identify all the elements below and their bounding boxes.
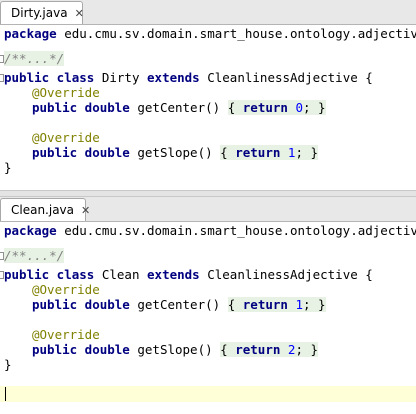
editor-pane-clean: Clean.java ✕ package edu.cmu.sv.domain.s… <box>0 197 416 414</box>
editor-pane-dirty: Dirty.java ✕ package edu.cmu.sv.domain.s… <box>0 0 416 190</box>
annotation-line: @Override <box>32 85 100 100</box>
annotation-line: @Override <box>32 327 100 342</box>
class-close-brace: } <box>4 357 12 372</box>
method-line: public double getSlope() { return 1; } <box>32 145 319 160</box>
annotation-line: @Override <box>32 282 100 297</box>
tab-label: Dirty.java <box>11 6 68 20</box>
annotation-line: @Override <box>32 130 100 145</box>
doc-comment-line: /**...*/ <box>4 248 65 263</box>
method-line: public double getSlope() { return 2; } <box>32 342 319 357</box>
tab-label: Clean.java <box>11 203 75 217</box>
class-declaration-line: public class Clean extends CleanlinessAd… <box>4 267 373 282</box>
splitter[interactable] <box>0 190 416 197</box>
class-declaration-line: public class Dirty extends CleanlinessAd… <box>4 70 373 85</box>
text-caret <box>5 387 6 401</box>
class-close-brace: } <box>4 160 12 175</box>
package-line: package edu.cmu.sv.domain.smart_house.on… <box>4 26 416 41</box>
package-line: package edu.cmu.sv.domain.smart_house.on… <box>4 223 416 238</box>
close-tab-icon[interactable]: ✕ <box>81 204 90 217</box>
tab-clean-java[interactable]: Clean.java ✕ <box>0 198 90 221</box>
method-line: public double getCenter() { return 1; } <box>32 297 326 312</box>
tab-bar: Clean.java ✕ <box>0 197 416 222</box>
current-line-highlight <box>0 386 416 402</box>
tab-dirty-java[interactable]: Dirty.java ✕ <box>0 1 84 24</box>
doc-comment-line: /**...*/ <box>4 51 65 66</box>
tab-bar: Dirty.java ✕ <box>0 0 416 25</box>
method-line: public double getCenter() { return 0; } <box>32 100 326 115</box>
close-tab-icon[interactable]: ✕ <box>75 7 84 20</box>
